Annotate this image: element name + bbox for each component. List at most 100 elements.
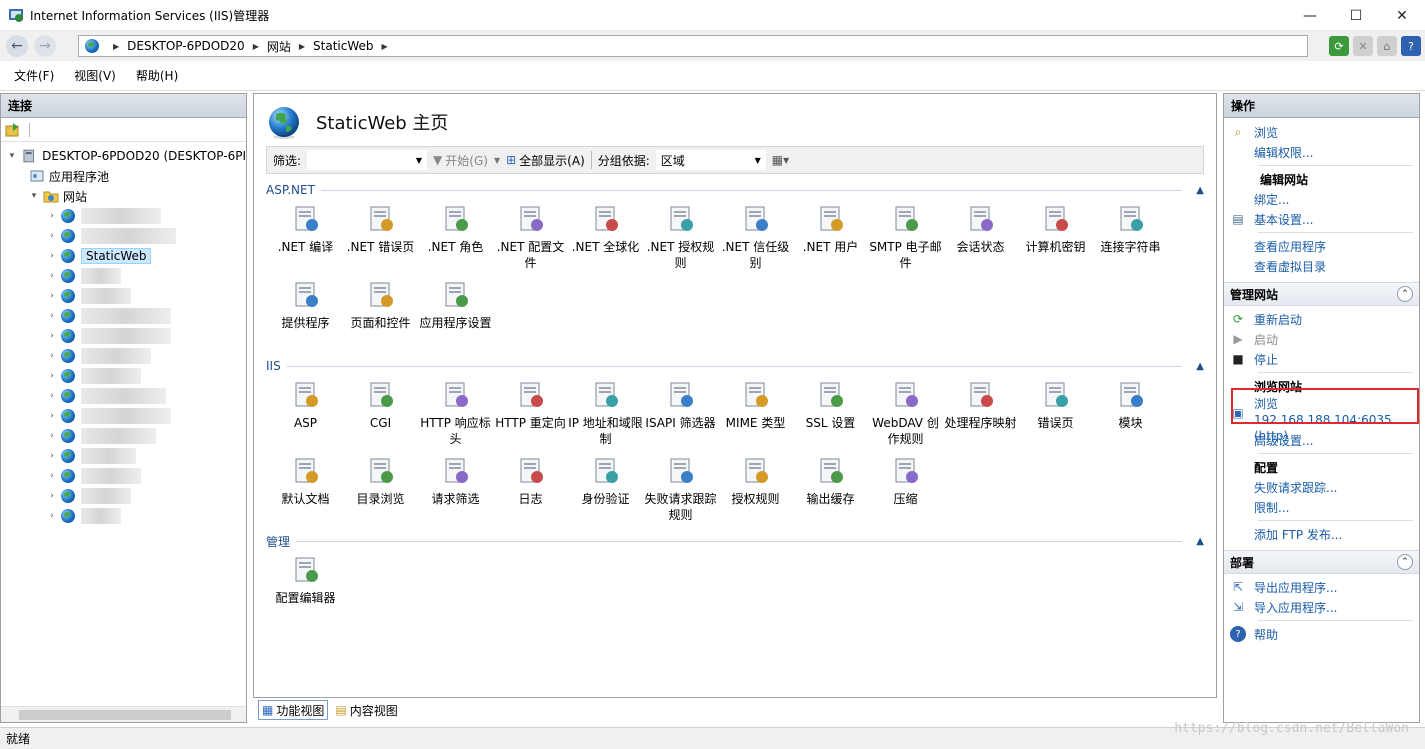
deploy-section[interactable]: 部署 ⌃ [1224, 550, 1419, 574]
tree-site-item[interactable]: › [1, 286, 246, 306]
tree-site-item[interactable]: › [1, 206, 246, 226]
tree-site-item[interactable]: › [1, 446, 246, 466]
feature-item[interactable]: ASP [268, 375, 343, 451]
collapse-icon[interactable]: ▲ [1196, 361, 1204, 372]
expand-icon[interactable]: ▾ [7, 151, 17, 161]
feature-item[interactable]: 失败请求跟踪规则 [643, 451, 718, 527]
tree-site-item[interactable]: › [1, 386, 246, 406]
back-button[interactable]: ← [6, 35, 28, 57]
minimize-button[interactable]: — [1287, 0, 1333, 31]
feature-item[interactable]: ISAPI 筛选器 [643, 375, 718, 451]
feature-item[interactable]: HTTP 响应标头 [418, 375, 493, 451]
help-icon[interactable]: ? [1401, 36, 1421, 56]
home-icon[interactable]: ⌂ [1377, 36, 1397, 56]
feature-group-header[interactable]: 管理 ▲ [266, 532, 1204, 550]
feature-item[interactable]: 压缩 [868, 451, 943, 527]
failed-request-tracing-link[interactable]: 失败请求跟踪... [1230, 477, 1419, 497]
feature-item[interactable]: IP 地址和域限制 [568, 375, 643, 451]
expand-icon[interactable]: › [47, 371, 57, 381]
horizontal-scrollbar[interactable] [1, 706, 246, 722]
restart-link[interactable]: ⟳ 重新启动 [1230, 309, 1419, 329]
feature-item[interactable]: 日志 [493, 451, 568, 527]
add-ftp-link[interactable]: 添加 FTP 发布... [1230, 524, 1419, 544]
tree-app-pools[interactable]: 应用程序池 [1, 166, 246, 186]
feature-item[interactable]: .NET 用户 [793, 199, 868, 275]
tree-sites[interactable]: ▾ 网站 [1, 186, 246, 206]
basic-settings-link[interactable]: ▤ 基本设置... [1230, 209, 1419, 229]
expand-icon[interactable]: › [47, 271, 57, 281]
feature-item[interactable]: 输出缓存 [793, 451, 868, 527]
feature-item[interactable]: 请求筛选 [418, 451, 493, 527]
edit-permissions-link[interactable]: 编辑权限... [1230, 142, 1419, 162]
feature-item[interactable]: .NET 授权规则 [643, 199, 718, 275]
expand-icon[interactable]: › [47, 331, 57, 341]
feature-item[interactable]: 配置编辑器 [268, 550, 343, 626]
expand-icon[interactable]: › [47, 291, 57, 301]
feature-item[interactable]: 应用程序设置 [418, 275, 493, 351]
feature-item[interactable]: .NET 角色 [418, 199, 493, 275]
collapse-icon[interactable]: ▲ [1196, 536, 1204, 547]
stop-icon[interactable]: ✕ [1353, 36, 1373, 56]
tree-site-item[interactable]: › [1, 406, 246, 426]
view-applications-link[interactable]: 查看应用程序 [1230, 236, 1419, 256]
breadcrumb-sites[interactable]: 网站 [267, 38, 291, 55]
manage-site-section[interactable]: 管理网站 ⌃ [1224, 282, 1419, 306]
feature-item[interactable]: 错误页 [1018, 375, 1093, 451]
feature-group-header[interactable]: IIS ▲ [266, 357, 1204, 375]
feature-item[interactable]: 默认文档 [268, 451, 343, 527]
feature-item[interactable]: 页面和控件 [343, 275, 418, 351]
feature-item[interactable]: .NET 错误页 [343, 199, 418, 275]
expand-icon[interactable]: › [47, 511, 57, 521]
tree-site-item[interactable]: › [1, 306, 246, 326]
tree-site-item[interactable]: › [1, 326, 246, 346]
expand-icon[interactable]: › [47, 311, 57, 321]
collapse-icon[interactable]: ▲ [1196, 185, 1204, 196]
limits-link[interactable]: 限制... [1230, 497, 1419, 517]
scrollbar-thumb[interactable] [19, 710, 231, 720]
feature-item[interactable]: 身份验证 [568, 451, 643, 527]
feature-item[interactable]: 模块 [1093, 375, 1168, 451]
tree-site-item[interactable]: › [1, 266, 246, 286]
expand-icon[interactable]: › [47, 351, 57, 361]
show-all-button[interactable]: ⊞ 全部显示(A) [506, 152, 585, 169]
feature-item[interactable]: SMTP 电子邮件 [868, 199, 943, 275]
expand-icon[interactable]: › [47, 251, 57, 261]
forward-button[interactable]: → [34, 35, 56, 57]
feature-item[interactable]: 目录浏览 [343, 451, 418, 527]
feature-item[interactable]: MIME 类型 [718, 375, 793, 451]
start-link[interactable]: ▶ 启动 [1230, 329, 1419, 349]
feature-item[interactable]: .NET 编译 [268, 199, 343, 275]
tree-site-item[interactable]: › [1, 466, 246, 486]
refresh-icon[interactable]: ⟳ [1329, 36, 1349, 56]
menu-file[interactable]: 文件(F) [14, 67, 54, 84]
close-button[interactable]: ✕ [1379, 0, 1425, 31]
bindings-link[interactable]: 绑定... [1230, 189, 1419, 209]
expand-icon[interactable]: › [47, 391, 57, 401]
view-virtual-dirs-link[interactable]: 查看虚拟目录 [1230, 256, 1419, 276]
feature-item[interactable]: 会话状态 [943, 199, 1018, 275]
import-app-link[interactable]: ⇲ 导入应用程序... [1230, 597, 1419, 617]
collapse-icon[interactable]: ⌃ [1397, 286, 1413, 302]
tree-site-item[interactable]: › [1, 226, 246, 246]
tree-site-item[interactable]: › [1, 486, 246, 506]
feature-item[interactable]: 连接字符串 [1093, 199, 1168, 275]
feature-item[interactable]: 处理程序映射 [943, 375, 1018, 451]
browse-link[interactable]: ⌕ 浏览 [1230, 122, 1419, 142]
expand-icon[interactable]: ▾ [29, 191, 39, 201]
feature-item[interactable]: 计算机密钥 [1018, 199, 1093, 275]
breadcrumb-site[interactable]: StaticWeb [313, 39, 373, 53]
expand-icon[interactable]: › [47, 431, 57, 441]
group-by-select[interactable]: 区域 ▼ [655, 150, 766, 170]
tree-server[interactable]: ▾ DESKTOP-6PDOD20 (DESKTOP-6PI [1, 146, 246, 166]
start-button[interactable]: ▼ 开始(G) [433, 152, 488, 169]
tab-content-view[interactable]: ▤ 内容视图 [332, 700, 400, 720]
feature-item[interactable]: .NET 配置文件 [493, 199, 568, 275]
menu-help[interactable]: 帮助(H) [136, 67, 178, 84]
tree-site-staticweb[interactable]: › StaticWeb [1, 246, 246, 266]
export-app-link[interactable]: ⇱ 导出应用程序... [1230, 577, 1419, 597]
expand-icon[interactable]: › [47, 231, 57, 241]
expand-icon[interactable]: › [47, 471, 57, 481]
tab-feature-view[interactable]: ▦ 功能视图 [258, 700, 329, 720]
tree-site-item[interactable]: › [1, 426, 246, 446]
breadcrumb[interactable]: ▶ DESKTOP-6PDOD20 ▶ 网站 ▶ StaticWeb ▶ [78, 35, 1308, 57]
